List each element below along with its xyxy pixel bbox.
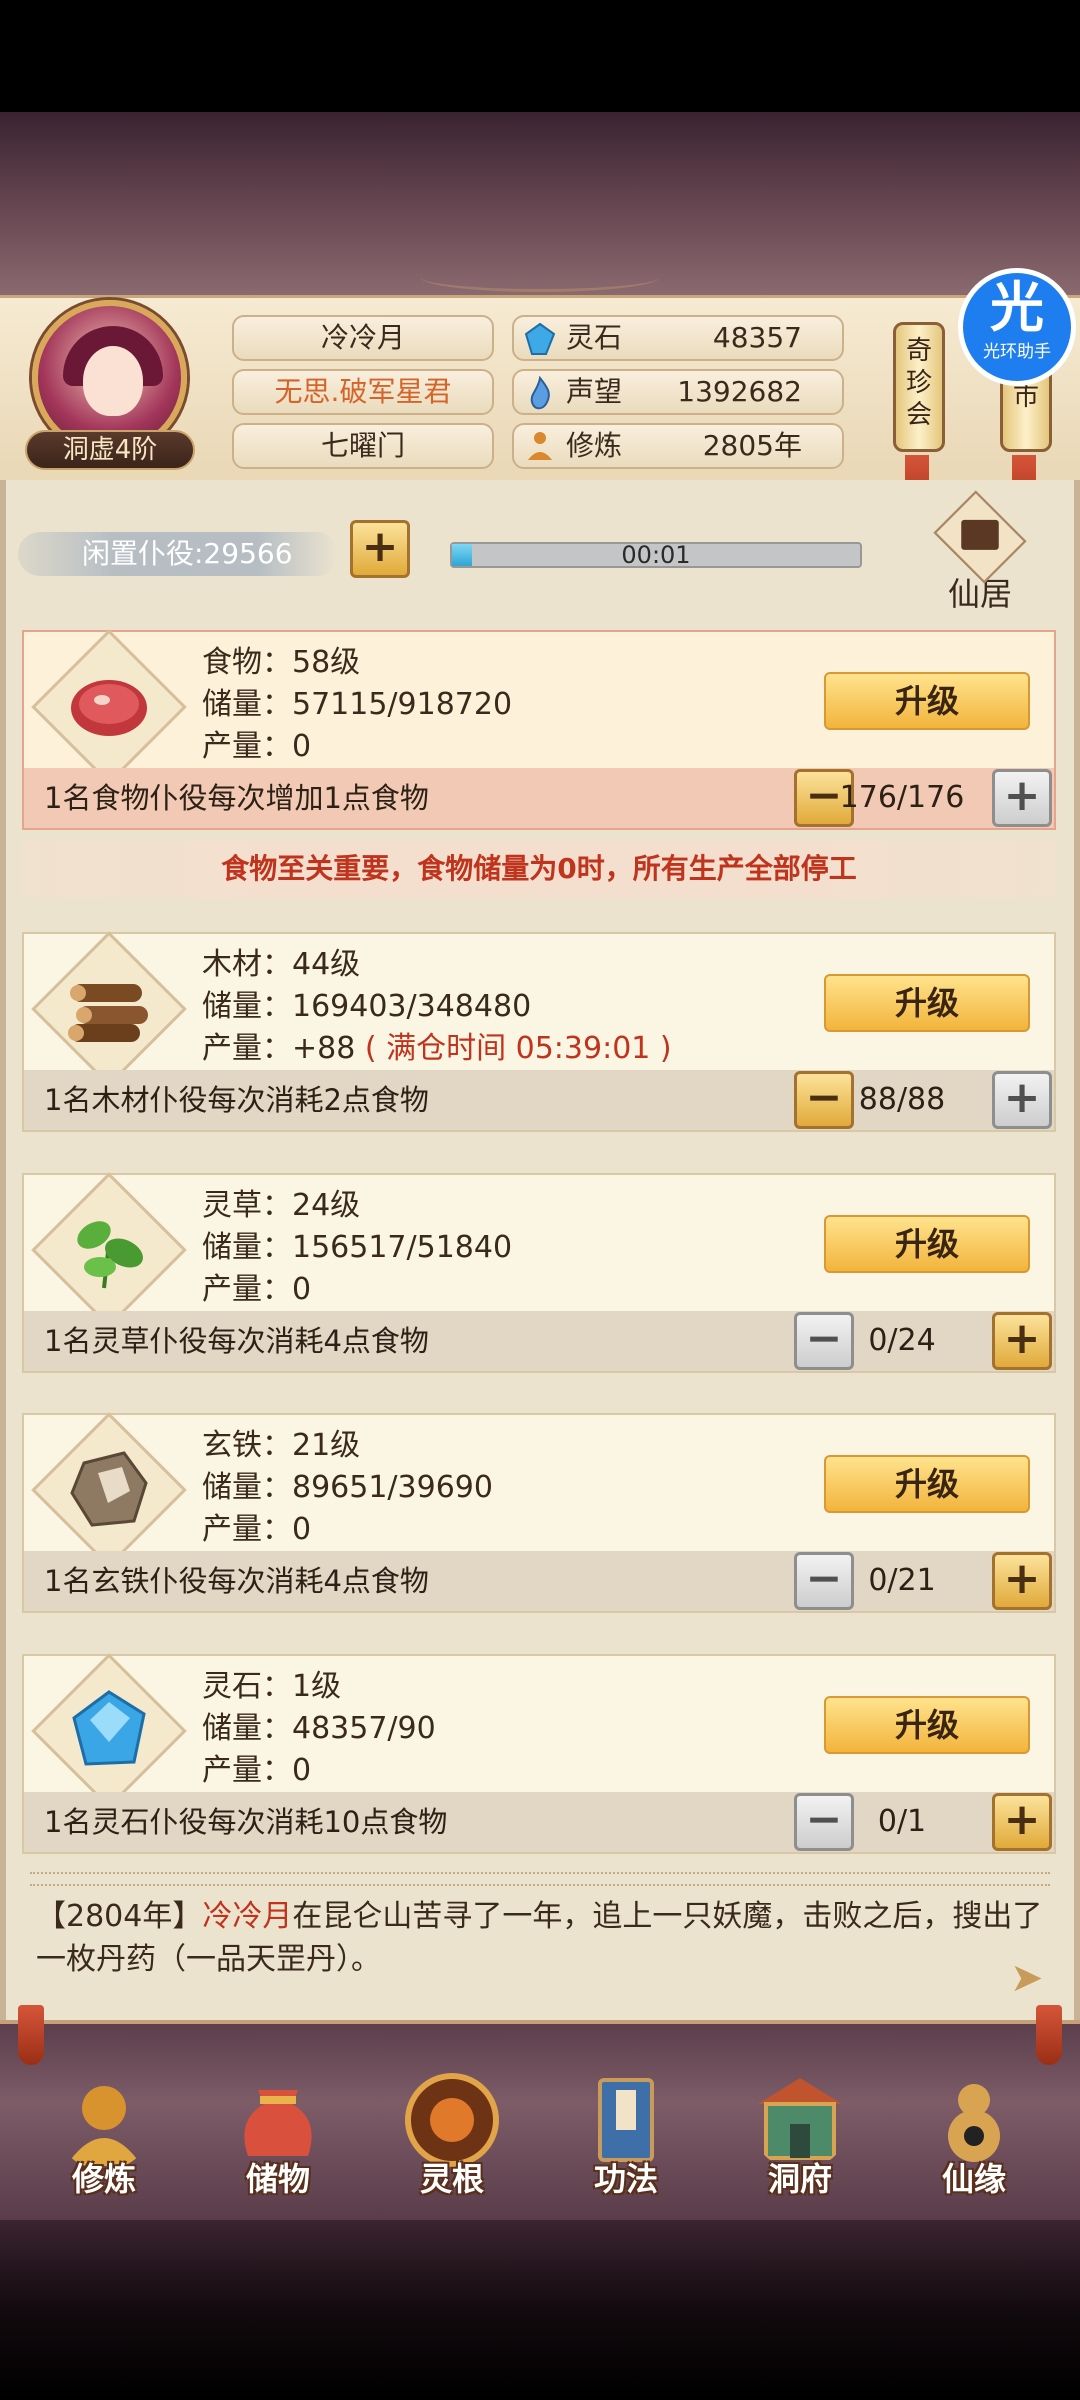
nav-cave-dwelling[interactable]: 洞府 xyxy=(720,2070,880,2220)
resource-name-level: 木材：44级 xyxy=(202,947,361,982)
resource-name-level: 灵石：1级 xyxy=(202,1669,342,1704)
resource-output: 产量：0 xyxy=(202,729,312,764)
resource-name-level: 食物：58级 xyxy=(202,645,361,680)
meditation-icon xyxy=(528,432,552,460)
helper-label: 光环助手 xyxy=(983,342,1051,362)
resource-storage: 储量：169403/348480 xyxy=(202,989,532,1024)
spirit-stone-icon xyxy=(72,1690,146,1766)
bottom-area xyxy=(0,2220,1080,2400)
increase-servants-button[interactable]: + xyxy=(992,1312,1052,1370)
upgrade-button[interactable]: 升级 xyxy=(824,1455,1030,1513)
servant-count: 176/176 xyxy=(839,780,965,815)
resource-storage: 储量：89651/39690 xyxy=(202,1470,493,1505)
blue-flame-icon xyxy=(530,376,550,410)
nav-spirit-root[interactable]: 灵根 xyxy=(372,2070,532,2220)
resource-card-herb: 灵草：24级 储量：156517/51840 产量：0 升级 1名灵草仆役每次消… xyxy=(22,1172,1056,1373)
avatar-face xyxy=(83,346,143,416)
servant-count: 88/88 xyxy=(858,1082,946,1117)
log-name: 冷冷月 xyxy=(202,1899,293,1934)
event-log: 【2804年】冷冷月在昆仑山苦寻了一年，追上一只妖魔，击败之后，搜出了一枚丹药（… xyxy=(36,1895,1046,1981)
increase-servants-button[interactable]: + xyxy=(992,769,1052,827)
nav-techniques[interactable]: 功法 xyxy=(546,2070,706,2220)
food-warning-banner: 食物至关重要，食物储量为0时，所有生产全部停工 xyxy=(22,840,1056,898)
tassel xyxy=(18,2005,44,2065)
upgrade-button[interactable]: 升级 xyxy=(824,1696,1030,1754)
resource-storage: 储量：156517/51840 xyxy=(202,1230,513,1265)
helper-assistant-button[interactable]: 光 光环助手 xyxy=(958,268,1076,386)
wood-logs-icon xyxy=(68,984,148,1042)
resource-card-food: 食物：58级 储量：57115/918720 产量：0 升级 1名食物仆役每次增… xyxy=(22,629,1056,830)
resource-name-level: 灵草：24级 xyxy=(202,1188,361,1223)
resource-card-spirit-stone: 灵石：1级 储量：48357/90 产量：0 升级 1名灵石仆役每次消耗10点食… xyxy=(22,1653,1056,1854)
servant-count: 0/1 xyxy=(877,1804,927,1839)
helper-glyph: 光 xyxy=(990,276,1044,339)
nav-cultivation[interactable]: 修炼 xyxy=(24,2070,184,2220)
blue-crystal-icon xyxy=(524,322,556,355)
upgrade-button[interactable]: 升级 xyxy=(824,974,1030,1032)
resource-card-wood: 木材：44级 储量：169403/348480 产量：+88 ( 满仓时间 05… xyxy=(22,931,1056,1132)
increase-servants-button[interactable]: + xyxy=(992,1793,1052,1851)
next-log-arrow-icon[interactable]: ➤ xyxy=(1010,1958,1044,1998)
herb-leaf-icon xyxy=(77,1221,143,1289)
log-year: 【2804年】 xyxy=(36,1899,203,1934)
upgrade-button[interactable]: 升级 xyxy=(824,1215,1030,1273)
resource-output: 产量：0 xyxy=(202,1753,312,1788)
top-decoration xyxy=(0,112,1080,297)
increase-servants-button[interactable]: + xyxy=(992,1071,1052,1129)
resource-spirit-stone: 灵石 48357 xyxy=(512,315,844,361)
idle-servants-label: 闲置仆役:29566 xyxy=(18,532,338,576)
resource-reputation: 声望 1392682 xyxy=(512,369,844,415)
resource-output: 产量：+88 ( 满仓时间 05:39:01 ) xyxy=(202,1031,672,1066)
resource-output: 产量：0 xyxy=(202,1272,312,1307)
tassel xyxy=(1036,2005,1062,2065)
rank-badge: 洞虚4阶 xyxy=(25,430,195,470)
nav-storage[interactable]: 储物 xyxy=(198,2070,358,2220)
idle-progress-bar: 00:01 xyxy=(450,542,862,568)
player-name: 冷冷月 xyxy=(232,315,494,361)
progress-time: 00:01 xyxy=(621,541,691,569)
nav-fortune[interactable]: 仙缘 xyxy=(894,2070,1054,2220)
iron-ore-icon xyxy=(70,1451,148,1527)
divider xyxy=(30,1872,1050,1886)
meat-icon xyxy=(71,680,147,736)
servant-count: 0/24 xyxy=(868,1323,936,1358)
add-servants-button[interactable]: + xyxy=(350,520,410,578)
resource-card-iron: 玄铁：21级 储量：89651/39690 产量：0 升级 1名玄铁仆役每次消耗… xyxy=(22,1412,1056,1613)
resource-storage: 储量：48357/90 xyxy=(202,1711,436,1746)
servant-count: 0/21 xyxy=(868,1563,936,1598)
resource-output: 产量：0 xyxy=(202,1512,312,1547)
resource-name-level: 玄铁：21级 xyxy=(202,1428,361,1463)
residence-button[interactable]: 仙居 xyxy=(905,490,1055,620)
full-storage-time: ( 满仓时间 05:39:01 ) xyxy=(364,1031,672,1066)
resource-storage: 储量：57115/918720 xyxy=(202,687,513,722)
player-sect: 七曜门 xyxy=(232,423,494,469)
upgrade-button[interactable]: 升级 xyxy=(824,672,1030,730)
ornament xyxy=(420,262,660,292)
increase-servants-button[interactable]: + xyxy=(992,1552,1052,1610)
status-bar-area xyxy=(0,0,1080,112)
player-title: 无思.破军星君 xyxy=(232,369,494,415)
resource-cultivation: 修炼 2805年 xyxy=(512,423,844,469)
treasure-fair-button[interactable]: 奇 珍 会 xyxy=(893,322,945,452)
